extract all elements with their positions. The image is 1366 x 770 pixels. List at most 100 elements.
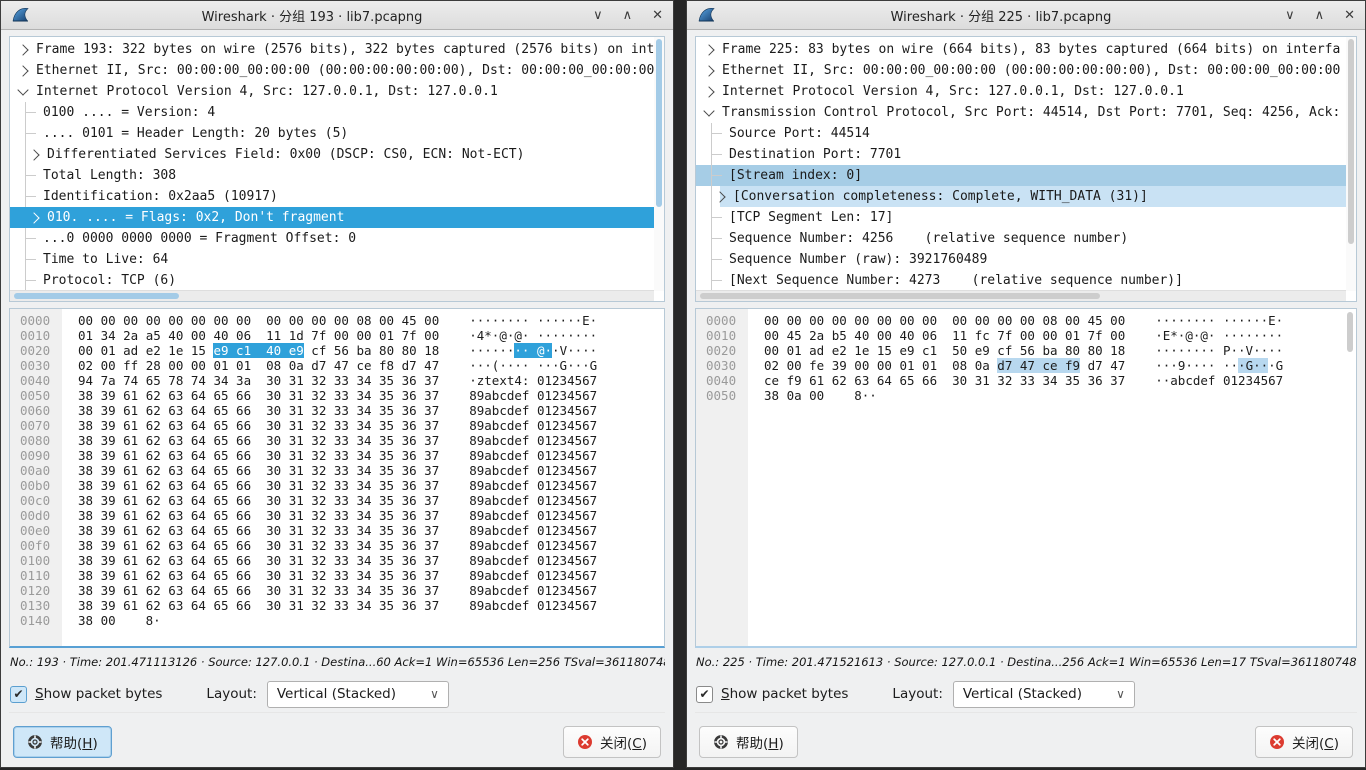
- show-packet-bytes-label[interactable]: Show packet bytes: [35, 686, 162, 702]
- scrollbar-thumb[interactable]: [14, 293, 179, 299]
- maximize-icon[interactable]: ∧: [1315, 9, 1325, 22]
- tree-vertical-scrollbar[interactable]: [654, 37, 664, 291]
- hex-ascii[interactable]: 89abcdef 01234567: [469, 598, 597, 613]
- hex-row[interactable]: 00d038 39 61 62 63 64 65 66 30 31 32 33 …: [10, 508, 664, 523]
- tree-row[interactable]: .... 0101 = Header Length: 20 bytes (5): [10, 123, 654, 144]
- hex-ascii[interactable]: 89abcdef 01234567: [469, 448, 597, 463]
- hex-bytes[interactable]: 38 39 61 62 63 64 65 66 30 31 32 33 34 3…: [78, 508, 439, 523]
- scrollbar-thumb[interactable]: [700, 293, 1100, 299]
- tree-row[interactable]: [Conversation completeness: Complete, WI…: [696, 186, 1346, 207]
- hex-row[interactable]: 004094 7a 74 65 78 74 34 3a 30 31 32 33 …: [10, 373, 664, 388]
- hex-ascii[interactable]: 89abcdef 01234567: [469, 433, 597, 448]
- hex-row[interactable]: 009038 39 61 62 63 64 65 66 30 31 32 33 …: [10, 448, 664, 463]
- help-button[interactable]: 帮助(H): [699, 726, 798, 758]
- hex-bytes-highlight[interactable]: e9 c1 40 e9: [213, 343, 303, 358]
- hex-row[interactable]: 011038 39 61 62 63 64 65 66 30 31 32 33 …: [10, 568, 664, 583]
- minimize-icon[interactable]: ∨: [1285, 9, 1295, 22]
- tree-row[interactable]: Differentiated Services Field: 0x00 (DSC…: [10, 144, 654, 165]
- tree-row[interactable]: Internet Protocol Version 4, Src: 127.0.…: [10, 81, 654, 102]
- hex-row[interactable]: 003002 00 fe 39 00 00 01 01 08 0a d7 47 …: [696, 358, 1356, 373]
- hex-ascii[interactable]: ···9···· ···G···G: [1155, 358, 1283, 373]
- hex-ascii[interactable]: 89abcdef 01234567: [469, 523, 597, 538]
- hex-row[interactable]: 013038 39 61 62 63 64 65 66 30 31 32 33 …: [10, 598, 664, 613]
- tree-row[interactable]: Ethernet II, Src: 00:00:00_00:00:00 (00:…: [10, 60, 654, 81]
- hex-bytes[interactable]: 38 00: [78, 613, 116, 628]
- hex-row[interactable]: 008038 39 61 62 63 64 65 66 30 31 32 33 …: [10, 433, 664, 448]
- hex-row[interactable]: 006038 39 61 62 63 64 65 66 30 31 32 33 …: [10, 403, 664, 418]
- show-packet-bytes-checkbox[interactable]: ✔: [696, 686, 713, 703]
- hex-ascii[interactable]: ········ P··V····: [1155, 343, 1283, 358]
- hex-bytes[interactable]: 38 39 61 62 63 64 65 66 30 31 32 33 34 3…: [78, 583, 439, 598]
- hex-bytes[interactable]: 02 00 ff 28 00 00 01 01 08 0a d7 47 ce f…: [78, 358, 439, 373]
- hex-ascii[interactable]: 89abcdef 01234567: [469, 493, 597, 508]
- hex-bytes[interactable]: 01 34 2a a5 40 00 40 06 11 1d 7f 00 00 0…: [78, 328, 439, 343]
- expander-closed-icon[interactable]: [703, 44, 714, 55]
- hex-bytes[interactable]: 38 0a 00: [764, 388, 824, 403]
- maximize-icon[interactable]: ∧: [623, 9, 633, 22]
- hex-row[interactable]: 000000 00 00 00 00 00 00 00 00 00 00 00 …: [10, 313, 664, 328]
- hex-ascii[interactable]: 89abcdef 01234567: [469, 583, 597, 598]
- titlebar[interactable]: Wireshark · 分组 193 · lib7.pcapng ∨ ∧ ✕: [1, 1, 673, 30]
- expander-open-icon[interactable]: [703, 105, 714, 116]
- hex-row[interactable]: 014038 008·: [10, 613, 664, 628]
- hex-bytes[interactable]: 00 00 00 00 00 00 00 00 00 00 00 00 08 0…: [764, 313, 1125, 328]
- expander-closed-icon[interactable]: [703, 86, 714, 97]
- tree-row[interactable]: Internet Protocol Version 4, Src: 127.0.…: [696, 81, 1346, 102]
- hex-row[interactable]: 002000 01 ad e2 1e 15 e9 c1 50 e9 cf 56 …: [696, 343, 1356, 358]
- hex-ascii[interactable]: 89abcdef 01234567: [469, 463, 597, 478]
- hex-bytes-highlight[interactable]: d7 47 ce f9: [997, 358, 1080, 373]
- tree-row[interactable]: Frame 225: 83 bytes on wire (664 bits), …: [696, 39, 1346, 60]
- scrollbar-thumb[interactable]: [1347, 312, 1353, 352]
- hex-row[interactable]: 0040ce f9 61 62 63 64 65 66 30 31 32 33 …: [696, 373, 1356, 388]
- close-button[interactable]: 关闭(C): [563, 726, 661, 758]
- hex-bytes[interactable]: 38 39 61 62 63 64 65 66 30 31 32 33 34 3…: [78, 448, 439, 463]
- expander-closed-icon[interactable]: [17, 65, 28, 76]
- hex-bytes[interactable]: 38 39 61 62 63 64 65 66 30 31 32 33 34 3…: [78, 523, 439, 538]
- hex-bytes[interactable]: 38 39 61 62 63 64 65 66 30 31 32 33 34 3…: [78, 433, 439, 448]
- tree-row[interactable]: [Next Sequence Number: 4273 (relative se…: [696, 270, 1346, 291]
- tree-row[interactable]: ...0 0000 0000 0000 = Fragment Offset: 0: [10, 228, 654, 249]
- expander-closed-icon[interactable]: [703, 65, 714, 76]
- hex-row[interactable]: 003002 00 ff 28 00 00 01 01 08 0a d7 47 …: [10, 358, 664, 373]
- hex-bytes[interactable]: 02 00 fe 39 00 00 01 01 08 0a d7 47 ce f…: [764, 358, 1125, 373]
- hex-ascii[interactable]: 8··: [854, 388, 877, 403]
- tree-vertical-scrollbar[interactable]: [1346, 37, 1356, 291]
- tree-row[interactable]: [TCP Segment Len: 17]: [696, 207, 1346, 228]
- expander-open-icon[interactable]: [17, 84, 28, 95]
- minimize-icon[interactable]: ∨: [593, 9, 603, 22]
- expander-closed-icon[interactable]: [714, 191, 725, 202]
- tree-row[interactable]: [Stream index: 0]: [696, 165, 1346, 186]
- hex-bytes[interactable]: 38 39 61 62 63 64 65 66 30 31 32 33 34 3…: [78, 598, 439, 613]
- hex-bytes[interactable]: 38 39 61 62 63 64 65 66 30 31 32 33 34 3…: [78, 463, 439, 478]
- tree-row[interactable]: Sequence Number (raw): 3921760489: [696, 249, 1346, 270]
- tree-row[interactable]: Transmission Control Protocol, Src Port:…: [696, 102, 1346, 123]
- tree-row[interactable]: Total Length: 308: [10, 165, 654, 186]
- close-icon[interactable]: ✕: [652, 9, 663, 22]
- layout-dropdown[interactable]: Vertical (Stacked) ∨: [953, 681, 1135, 708]
- hex-ascii[interactable]: ·ztext4: 01234567: [469, 373, 597, 388]
- hex-bytes[interactable]: 00 01 ad e2 1e 15 e9 c1 50 e9 cf 56 ba 8…: [764, 343, 1125, 358]
- tree-row[interactable]: Identification: 0x2aa5 (10917): [10, 186, 654, 207]
- close-button[interactable]: 关闭(C): [1255, 726, 1353, 758]
- hex-row[interactable]: 002000 01 ad e2 1e 15 e9 c1 40 e9 cf 56 …: [10, 343, 664, 358]
- hex-ascii-highlight[interactable]: ·· @·: [514, 343, 552, 358]
- hex-row[interactable]: 001000 45 2a b5 40 00 40 06 11 fc 7f 00 …: [696, 328, 1356, 343]
- tree-row[interactable]: Time to Live: 64: [10, 249, 654, 270]
- hex-bytes[interactable]: 38 39 61 62 63 64 65 66 30 31 32 33 34 3…: [78, 568, 439, 583]
- expander-closed-icon[interactable]: [17, 44, 28, 55]
- hex-row[interactable]: 000000 00 00 00 00 00 00 00 00 00 00 00 …: [696, 313, 1356, 328]
- hex-bytes[interactable]: 38 39 61 62 63 64 65 66 30 31 32 33 34 3…: [78, 538, 439, 553]
- hex-ascii[interactable]: 89abcdef 01234567: [469, 508, 597, 523]
- hex-ascii[interactable]: 89abcdef 01234567: [469, 553, 597, 568]
- hex-bytes[interactable]: 38 39 61 62 63 64 65 66 30 31 32 33 34 3…: [78, 388, 439, 403]
- hex-bytes[interactable]: 38 39 61 62 63 64 65 66 30 31 32 33 34 3…: [78, 418, 439, 433]
- hex-ascii[interactable]: 89abcdef 01234567: [469, 403, 597, 418]
- hex-ascii[interactable]: 89abcdef 01234567: [469, 418, 597, 433]
- tree-row[interactable]: Protocol: TCP (6): [10, 270, 654, 291]
- expander-closed-icon[interactable]: [28, 149, 39, 160]
- tree-horizontal-scrollbar[interactable]: [10, 290, 654, 301]
- tree-row[interactable]: 010. .... = Flags: 0x2, Don't fragment: [10, 207, 654, 228]
- show-packet-bytes-checkbox[interactable]: ✔: [10, 686, 27, 703]
- packet-bytes-pane[interactable]: 000000 00 00 00 00 00 00 00 00 00 00 00 …: [9, 308, 665, 648]
- hex-bytes[interactable]: 38 39 61 62 63 64 65 66 30 31 32 33 34 3…: [78, 553, 439, 568]
